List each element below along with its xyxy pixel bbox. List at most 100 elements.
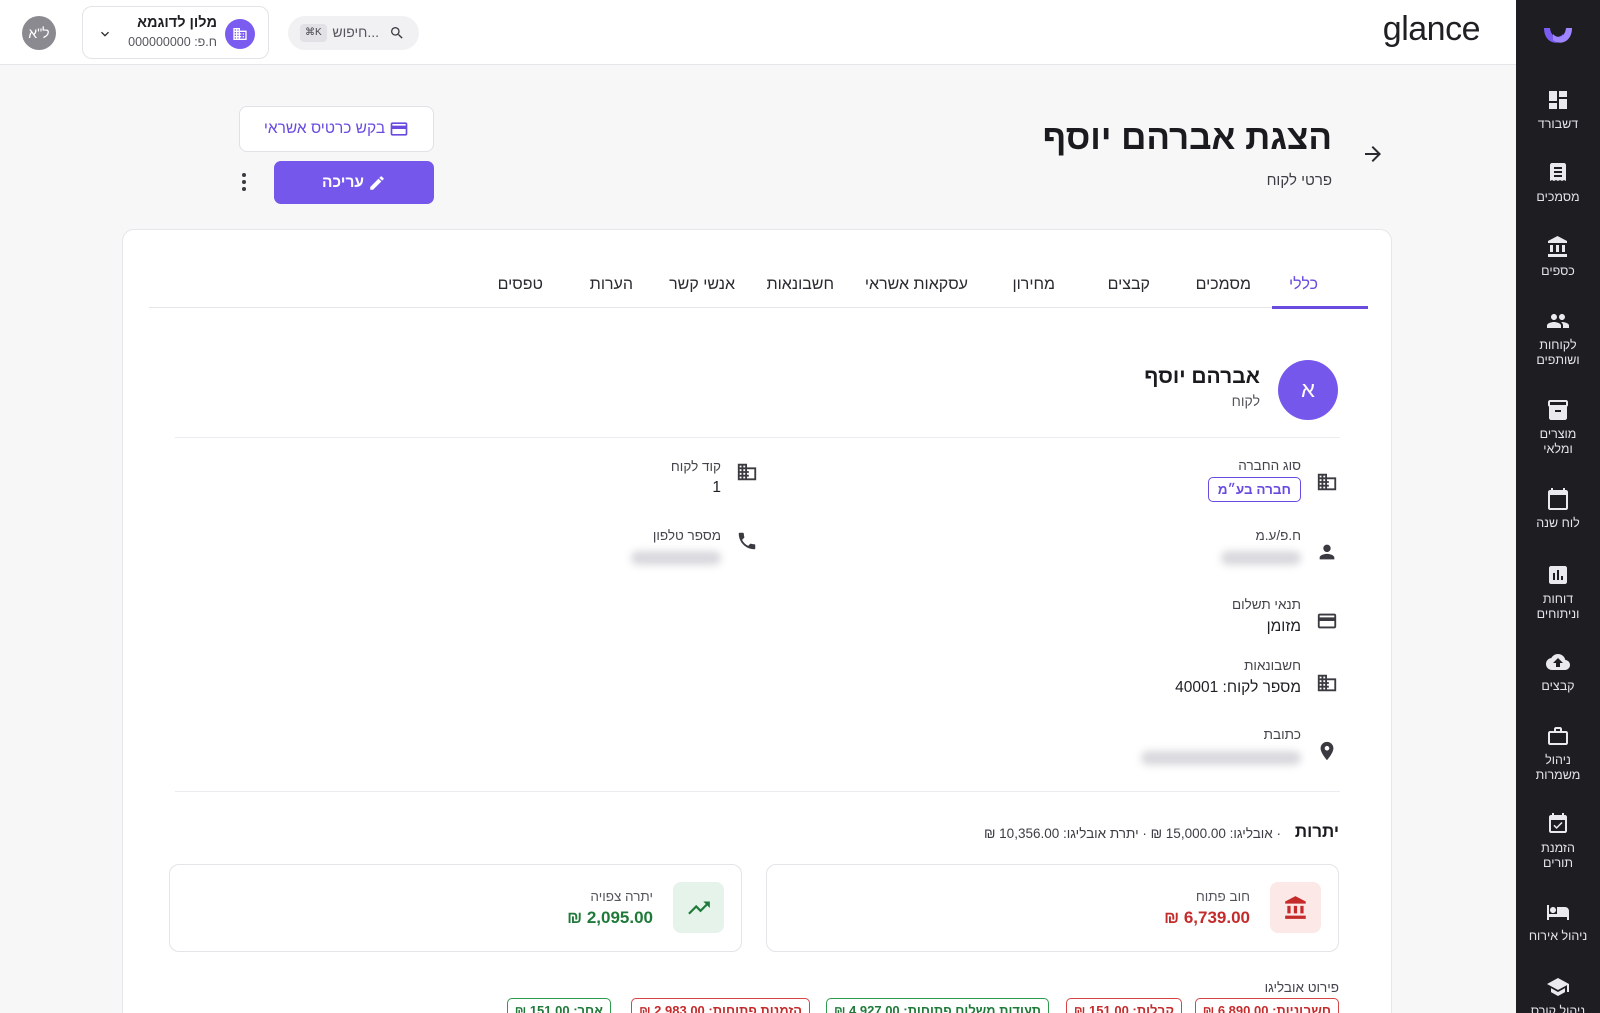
main-sidebar: דשבורד מסמכים כספים לקוחות ושותפים מוצרי…	[1516, 0, 1600, 1013]
sidebar-item-label: כספים	[1541, 264, 1575, 278]
sidebar-item-courses[interactable]: ניהול קורס	[1516, 975, 1600, 1013]
search-input[interactable]: חיפוש... ⌘K	[288, 16, 419, 50]
active-tab-indicator	[1272, 306, 1368, 309]
sidebar-item-label: מוצרים ומלאי	[1539, 427, 1577, 456]
sidebar-item-label: לוח שנה	[1536, 516, 1580, 530]
tab-documents[interactable]: מסמכים	[1196, 276, 1251, 308]
sidebar-item-products[interactable]: מוצרים ומלאי	[1516, 398, 1600, 457]
obligo-breakdown-title: פירוט אובליגו	[1264, 980, 1339, 995]
company-type-badge: חברה בע״מ	[1207, 477, 1301, 502]
keyboard-shortcut-badge: ⌘K	[300, 24, 327, 42]
balances-summary: · אובליגו: 15,000.00 ₪ · יתרת אובליגו: 1…	[983, 826, 1281, 841]
phone-value-redacted	[631, 551, 721, 565]
customer-role: לקוח	[1231, 393, 1260, 409]
tab-notes[interactable]: הערות	[590, 276, 633, 308]
customer-name: אברהם יוסף	[1144, 365, 1260, 388]
page-subtitle: פרטי לקוח	[1266, 172, 1332, 189]
company-type-label: סוג החברה	[1238, 458, 1301, 473]
sidebar-item-label: דוחות וניתוחים	[1536, 592, 1580, 621]
tab-credit-transactions[interactable]: עסקאות אשראי	[865, 276, 968, 308]
sidebar-item-label: קבצים	[1541, 679, 1575, 693]
sidebar-item-customers[interactable]: לקוחות ושותפים	[1516, 309, 1600, 368]
sidebar-item-appointments[interactable]: הזמנת תורים	[1516, 812, 1600, 871]
report-icon	[1549, 566, 1567, 584]
sidebar-item-label: דשבורד	[1537, 117, 1579, 131]
page-title: הצגת אברהם יוסף	[1042, 118, 1332, 157]
sidebar-item-label: לקוחות ושותפים	[1536, 338, 1580, 367]
app-logo-icon[interactable]	[1516, 22, 1600, 50]
building-icon	[225, 19, 255, 49]
search-icon	[391, 27, 403, 39]
sidebar-item-label: ניהול משמרות	[1535, 753, 1581, 782]
tab-contacts[interactable]: אנשי קשר	[669, 276, 735, 308]
documents-icon	[1550, 163, 1566, 181]
phone-label: מספר טלפון	[652, 528, 721, 543]
address-label: כתובת	[1263, 727, 1301, 742]
more-vertical-icon[interactable]	[234, 170, 254, 194]
sidebar-item-documents[interactable]: מסמכים	[1516, 161, 1600, 205]
accounting-label: חשבונאות	[1244, 658, 1301, 673]
bed-icon	[1547, 905, 1569, 920]
briefcase-icon	[1548, 727, 1568, 745]
accounting-value: מספר לקוח: 40001	[1175, 679, 1301, 696]
back-arrow-icon[interactable]	[1361, 142, 1385, 166]
customer-code-label: קוד לקוח	[670, 459, 721, 474]
cloud-upload-icon	[1546, 654, 1570, 670]
divider	[175, 791, 1340, 792]
customer-code-value: 1	[712, 479, 721, 496]
organization-switcher[interactable]: מלון לדוגמא ח.פ: 000000000	[82, 6, 269, 59]
divider	[175, 437, 1340, 438]
sidebar-item-dashboard[interactable]: דשבורד	[1516, 88, 1600, 132]
brand-logo[interactable]: glance	[1383, 10, 1481, 49]
credit-card-icon	[390, 122, 408, 136]
location-pin-icon	[1316, 740, 1338, 762]
phone-icon	[736, 530, 758, 552]
organization-name: מלון לדוגמא	[137, 15, 217, 31]
tab-bar: כללי מסמכים קבצים מחירון עסקאות אשראי חש…	[149, 276, 1368, 309]
sidebar-item-reports[interactable]: דוחות וניתוחים	[1516, 563, 1600, 622]
tab-files[interactable]: קבצים	[1108, 276, 1150, 308]
request-credit-card-label: בקש כרטיס אשראי	[263, 120, 386, 137]
trending-up-icon	[673, 882, 724, 933]
sidebar-item-files[interactable]: קבצים	[1516, 650, 1600, 694]
tab-accounting[interactable]: חשבונאות	[767, 276, 834, 308]
expected-balance-value: 2,095.00 ₪	[567, 908, 653, 927]
sidebar-item-hosting[interactable]: ניהול אירוח	[1516, 900, 1600, 944]
payment-terms-value: מזומן	[1266, 618, 1301, 635]
sidebar-item-label: ניהול קורס	[1530, 1004, 1586, 1013]
dashboard-icon	[1549, 91, 1567, 109]
open-debt-value: 6,739.00 ₪	[1164, 908, 1250, 927]
sidebar-item-finance[interactable]: כספים	[1516, 235, 1600, 279]
address-value-redacted	[1141, 751, 1301, 765]
edit-button-label: עריכה	[322, 173, 364, 191]
sidebar-item-calendar[interactable]: לוח שנה	[1516, 487, 1600, 531]
tab-general[interactable]: כללי	[1289, 276, 1318, 308]
tax-id-label: ח.פ/ע.מ	[1255, 528, 1301, 543]
expected-balance-label: יתרה צפויה	[590, 889, 653, 904]
sidebar-item-label: ניהול אירוח	[1528, 929, 1588, 943]
tab-forms[interactable]: טפסים	[498, 276, 543, 308]
balances-title: יתרות	[1294, 822, 1339, 841]
sidebar-item-label: מסמכים	[1536, 190, 1580, 204]
bank-icon	[1548, 236, 1567, 257]
customer-avatar: א	[1278, 360, 1338, 420]
sidebar-item-shifts[interactable]: ניהול משמרות	[1516, 724, 1600, 783]
user-avatar[interactable]: ל"א	[22, 16, 56, 50]
open-debt-label: חוב פתוח	[1195, 889, 1250, 904]
credit-card-icon	[1316, 610, 1338, 632]
request-credit-card-button[interactable]: בקש כרטיס אשראי	[239, 106, 434, 152]
customer-card: כללי מסמכים קבצים מחירון עסקאות אשראי חש…	[122, 229, 1392, 1013]
calendar-icon	[1548, 488, 1568, 510]
sidebar-item-label: הזמנת תורים	[1541, 841, 1575, 870]
person-icon	[1316, 541, 1338, 563]
tab-price-list[interactable]: מחירון	[1012, 276, 1055, 308]
calendar-check-icon	[1549, 813, 1567, 833]
building-icon	[1316, 471, 1338, 493]
organization-id: ח.פ: 000000000	[128, 35, 217, 49]
school-icon	[1547, 978, 1569, 996]
archive-icon	[1548, 400, 1568, 420]
chip-open-orders: הזמנות פתוחות: 2,983.00 ₪	[631, 998, 810, 1013]
edit-button[interactable]: עריכה	[274, 161, 434, 204]
payment-terms-label: תנאי תשלום	[1231, 597, 1301, 612]
top-bar: glance ל"א מלון לדוגמא ח.פ: 000000000 חי…	[0, 0, 1516, 65]
